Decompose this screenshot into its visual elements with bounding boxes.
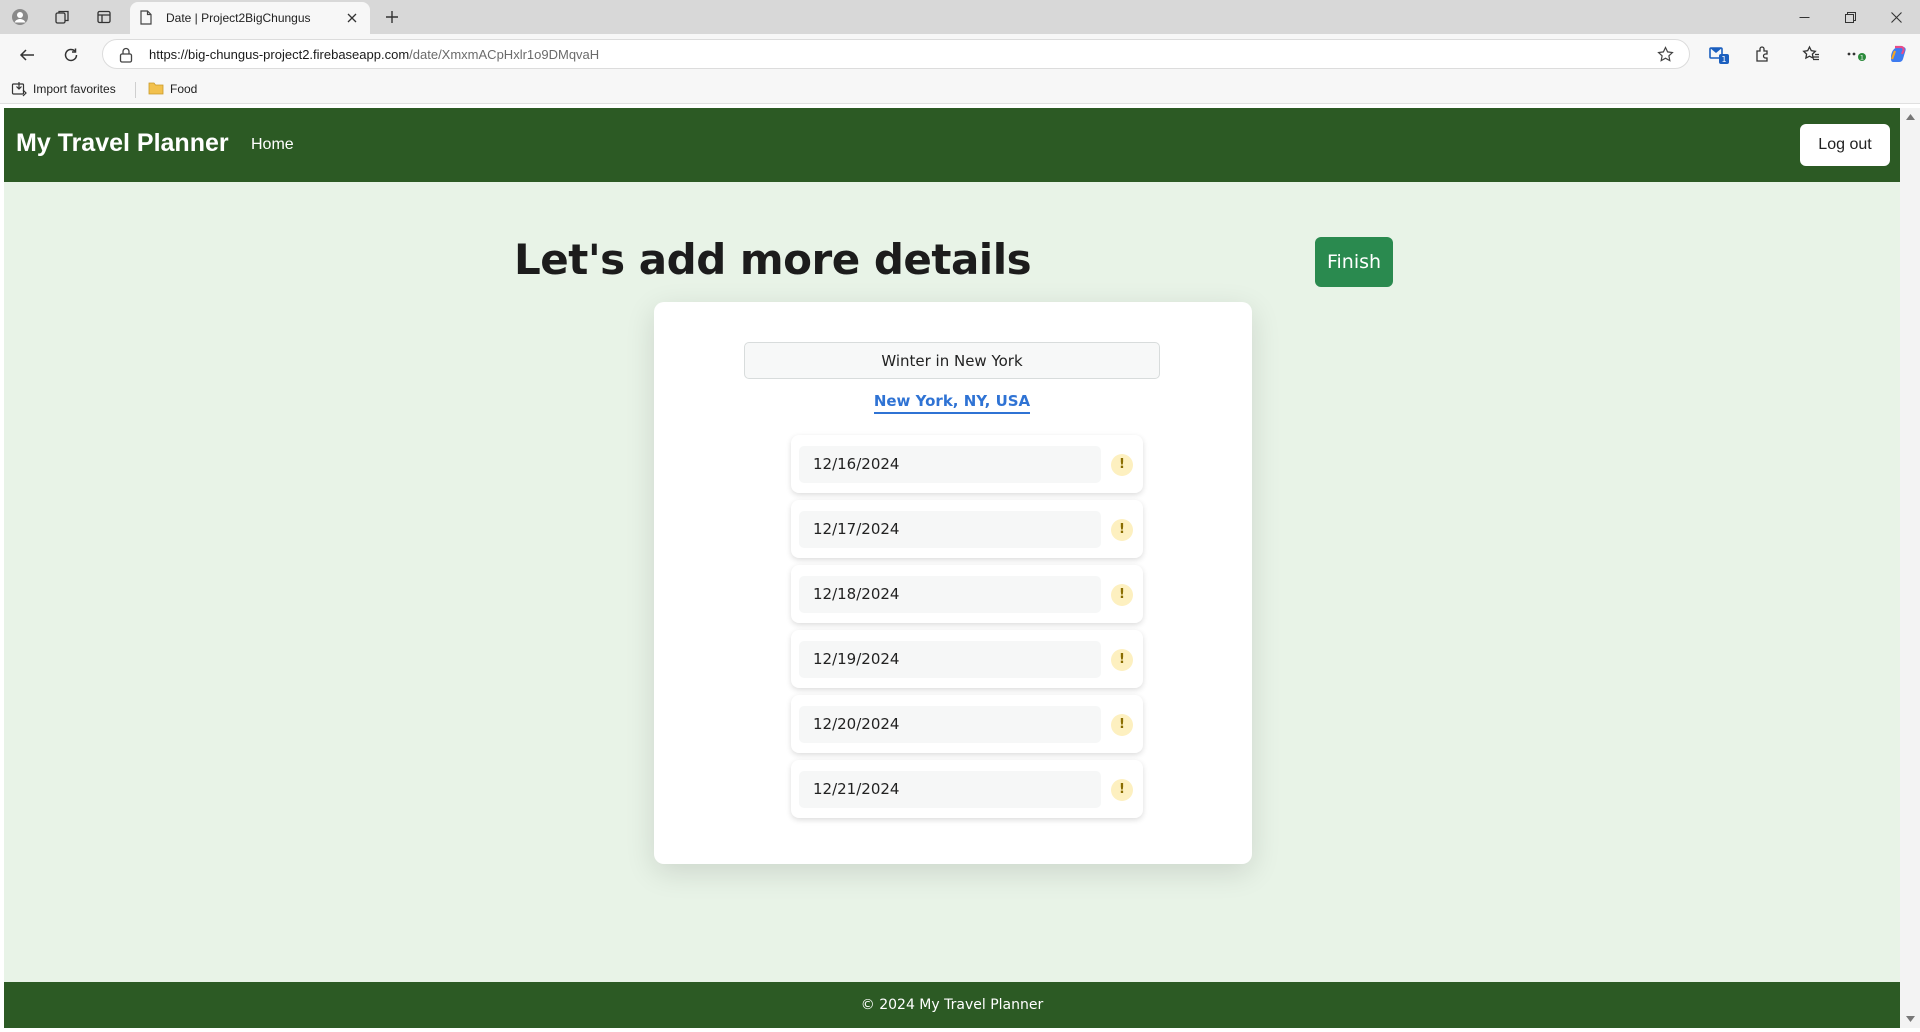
mail-badge: 1 — [1721, 55, 1726, 64]
favorites-icon[interactable] — [1800, 43, 1822, 65]
trip-name-input[interactable] — [744, 342, 1160, 379]
bookmark-divider — [135, 82, 136, 98]
scroll-up-arrow-icon[interactable] — [1905, 112, 1915, 122]
page-viewport: My Travel Planner Home Log out Let's add… — [4, 108, 1900, 1028]
footer: © 2024 My Travel Planner — [4, 982, 1900, 1028]
address-bar[interactable]: https://big-chungus-project2.firebaseapp… — [102, 39, 1690, 69]
more-badge: 1 — [1860, 54, 1864, 62]
bookmark-label: Import favorites — [33, 82, 116, 96]
copilot-icon[interactable] — [1887, 43, 1909, 65]
favorite-star-icon[interactable] — [1657, 46, 1675, 64]
bookmark-import-favorites[interactable]: Import favorites — [11, 81, 116, 97]
refresh-icon[interactable] — [60, 44, 82, 66]
warning-icon: ! — [1111, 649, 1133, 671]
back-icon[interactable] — [16, 44, 38, 66]
import-icon — [11, 81, 27, 97]
trip-details-card: New York, NY, USA 12/16/2024 ! 12/17/202… — [654, 302, 1252, 864]
page-scrollbar[interactable] — [1900, 108, 1920, 1028]
date-field[interactable]: 12/17/2024 — [799, 511, 1101, 548]
nav-home-link[interactable]: Home — [251, 136, 294, 154]
bookmarks-bar: Import favorites Food — [0, 74, 1920, 104]
logout-button[interactable]: Log out — [1800, 124, 1890, 166]
close-window-icon[interactable] — [1873, 0, 1919, 34]
date-field[interactable]: 12/21/2024 — [799, 771, 1101, 808]
settings-more-icon[interactable]: 1 — [1846, 43, 1868, 65]
tab-title: Date | Project2BigChungus — [166, 11, 311, 25]
warning-icon: ! — [1111, 779, 1133, 801]
warning-icon: ! — [1111, 584, 1133, 606]
folder-icon — [148, 81, 164, 97]
warning-icon: ! — [1111, 519, 1133, 541]
bookmark-folder-food[interactable]: Food — [148, 81, 197, 97]
url-path: /date/XmxmACpHxlr1o9DMqvaH — [409, 47, 600, 62]
location-row: New York, NY, USA — [654, 392, 1250, 414]
browser-toolbar: https://big-chungus-project2.firebaseapp… — [0, 34, 1920, 74]
date-field[interactable]: 12/18/2024 — [799, 576, 1101, 613]
active-tab[interactable]: Date | Project2BigChungus — [130, 2, 370, 34]
navbar: My Travel Planner Home Log out — [4, 108, 1900, 182]
restore-icon[interactable] — [1827, 0, 1873, 34]
minimize-icon[interactable] — [1781, 0, 1827, 34]
extensions-icon[interactable] — [1752, 43, 1774, 65]
warning-icon: ! — [1111, 454, 1133, 476]
browser-tab-strip: Date | Project2BigChungus — [0, 0, 1920, 34]
finish-button[interactable]: Finish — [1315, 237, 1393, 287]
scroll-down-arrow-icon[interactable] — [1905, 1014, 1915, 1024]
date-field[interactable]: 12/16/2024 — [799, 446, 1101, 483]
date-item[interactable]: 12/19/2024 ! — [791, 630, 1143, 688]
date-item[interactable]: 12/16/2024 ! — [791, 435, 1143, 493]
url-text[interactable]: https://big-chungus-project2.firebaseapp… — [149, 47, 599, 62]
new-tab-icon[interactable] — [382, 7, 402, 27]
warning-icon: ! — [1111, 714, 1133, 736]
date-item[interactable]: 12/18/2024 ! — [791, 565, 1143, 623]
profile-icon[interactable] — [10, 7, 30, 27]
date-item[interactable]: 12/21/2024 ! — [791, 760, 1143, 818]
date-item[interactable]: 12/17/2024 ! — [791, 500, 1143, 558]
mail-extension-icon[interactable]: 1 — [1708, 43, 1730, 65]
lock-icon[interactable] — [119, 47, 135, 63]
date-field[interactable]: 12/20/2024 — [799, 706, 1101, 743]
location-link[interactable]: New York, NY, USA — [873, 392, 1031, 414]
page-icon — [140, 10, 154, 26]
date-list: 12/16/2024 ! 12/17/2024 ! 12/18/2024 ! 1… — [791, 435, 1143, 825]
bookmark-label: Food — [170, 82, 198, 96]
close-tab-icon[interactable] — [344, 10, 360, 26]
date-field[interactable]: 12/19/2024 — [799, 641, 1101, 678]
page-title: Let's add more details — [514, 235, 1032, 284]
url-domain: https://big-chungus-project2.firebaseapp… — [149, 47, 410, 62]
date-item[interactable]: 12/20/2024 ! — [791, 695, 1143, 753]
workspaces-icon[interactable] — [52, 7, 72, 27]
tab-actions-icon[interactable] — [94, 7, 114, 27]
brand-title[interactable]: My Travel Planner — [16, 129, 229, 158]
